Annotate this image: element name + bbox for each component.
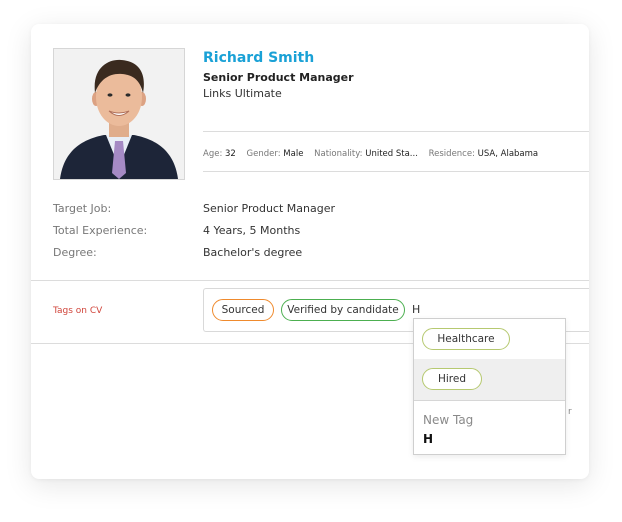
clipped-text: r <box>568 407 572 417</box>
tags-label: Tags on CV <box>53 306 103 316</box>
suggestion-chip: Healthcare <box>422 328 510 350</box>
tag-chip-verified[interactable]: Verified by candidate <box>281 299 405 321</box>
residence-detail: Residence: USA, Alabama <box>428 149 539 159</box>
candidate-name[interactable]: Richard Smith <box>203 50 314 66</box>
target-job-value: Senior Product Manager <box>203 202 336 215</box>
nationality-detail: Nationality: United Sta... <box>314 149 418 159</box>
suggestion-healthcare[interactable]: Healthcare <box>414 319 565 359</box>
experience-label: Total Experience: <box>53 224 148 237</box>
tag-search-text[interactable]: H <box>412 303 420 316</box>
candidate-title: Senior Product Manager <box>203 71 354 84</box>
target-job-label: Target Job: <box>53 202 112 215</box>
new-tag-label: New Tag <box>423 413 474 427</box>
degree-value: Bachelor's degree <box>203 246 303 259</box>
gender-detail: Gender: Male <box>246 149 304 159</box>
suggestion-chip: Hired <box>422 368 482 390</box>
tag-suggestions-dropdown: Healthcare Hired New Tag H <box>413 318 566 455</box>
divider <box>31 280 589 281</box>
candidate-company: Links Ultimate <box>203 87 282 100</box>
degree-label: Degree: <box>53 246 97 259</box>
create-new-tag-option[interactable]: New Tag H <box>414 401 565 454</box>
new-tag-value: H <box>423 432 434 446</box>
experience-value: 4 Years, 5 Months <box>203 224 301 237</box>
age-detail: Age: 32 <box>203 149 236 159</box>
profile-photo <box>53 48 185 180</box>
divider <box>203 171 589 172</box>
profile-card: Richard Smith Senior Product Manager Lin… <box>31 24 589 479</box>
avatar <box>54 49 184 179</box>
divider <box>203 131 589 132</box>
candidate-details-row: Age: 32 Gender: Male Nationality: United… <box>203 149 546 159</box>
tag-chip-sourced[interactable]: Sourced <box>212 299 274 321</box>
suggestion-hired[interactable]: Hired <box>414 359 565 401</box>
